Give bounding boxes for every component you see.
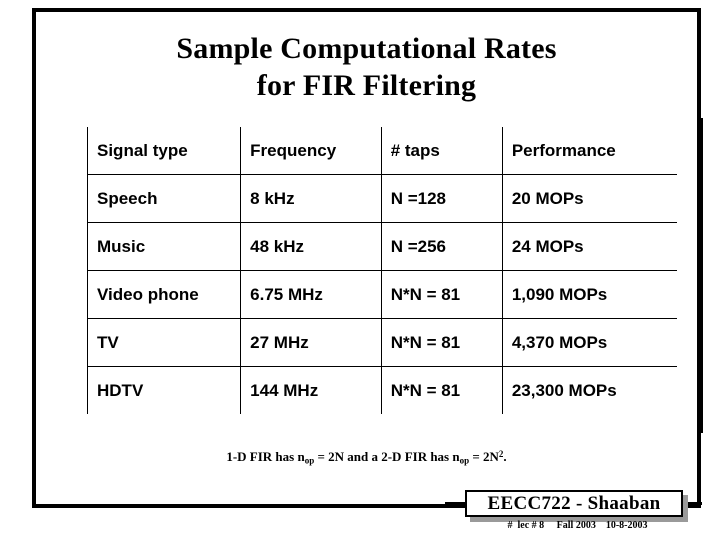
cell-performance: 24 MOPs xyxy=(501,222,677,271)
cell-signal-type: Video phone xyxy=(86,270,241,319)
column-header-signal-type: Signal type xyxy=(86,127,241,175)
cell-taps: N =256 xyxy=(380,222,503,271)
page-title: Sample Computational Rates for FIR Filte… xyxy=(32,30,701,104)
column-header-frequency: Frequency xyxy=(240,127,382,175)
table-header-row: Signal type Frequency # taps Performance xyxy=(86,127,677,175)
cell-frequency: 27 MHz xyxy=(240,318,382,367)
cell-performance: 20 MOPs xyxy=(501,174,677,223)
page-title-line-2: for FIR Filtering xyxy=(256,69,477,102)
footnote-part-3: = 2N xyxy=(469,449,499,465)
footnote-subscript-2: op xyxy=(459,455,470,466)
cell-taps: N =128 xyxy=(380,174,503,223)
cell-performance: 4,370 MOPs xyxy=(501,318,677,367)
footnote-part-4: . xyxy=(503,449,507,465)
table-row: Video phone 6.75 MHz N*N = 81 1,090 MOPs xyxy=(86,270,677,319)
column-header-taps: # taps xyxy=(380,127,503,175)
table-row: Speech 8 kHz N =128 20 MOPs xyxy=(86,174,677,223)
cell-taps: N*N = 81 xyxy=(380,318,503,367)
column-header-performance: Performance xyxy=(501,127,677,175)
cell-frequency: 6.75 MHz xyxy=(240,270,382,319)
footnote: 1-D FIR has nop = 2N and a 2-D FIR has n… xyxy=(32,449,701,465)
cell-signal-type: HDTV xyxy=(86,366,241,414)
cell-taps: N*N = 81 xyxy=(380,366,503,414)
table-row: Music 48 kHz N =256 24 MOPs xyxy=(86,222,677,271)
table-row: TV 27 MHz N*N = 81 4,370 MOPs xyxy=(86,318,677,367)
table-right-rule xyxy=(700,118,703,433)
cell-signal-type: Speech xyxy=(86,174,241,223)
footer-badge-label: EECC722 - Shaaban xyxy=(487,492,661,514)
cell-performance: 1,090 MOPs xyxy=(501,270,677,319)
cell-frequency: 144 MHz xyxy=(240,366,382,414)
footnote-part-2: = 2N and a 2-D FIR has n xyxy=(314,449,460,465)
cell-frequency: 48 kHz xyxy=(240,222,382,271)
page-title-line-1: Sample Computational Rates xyxy=(176,32,557,65)
table-row: HDTV 144 MHz N*N = 81 23,300 MOPs xyxy=(86,366,677,414)
cell-performance: 23,300 MOPs xyxy=(501,366,677,414)
cell-signal-type: Music xyxy=(86,222,241,271)
cell-signal-type: TV xyxy=(86,318,241,367)
footer-meta: # lec # 8 Fall 2003 10-8-2003 xyxy=(507,520,648,531)
cell-frequency: 8 kHz xyxy=(240,174,382,223)
footnote-part-1: 1-D FIR has n xyxy=(226,449,305,465)
cell-taps: N*N = 81 xyxy=(380,270,503,319)
footer-rule-right xyxy=(686,502,702,505)
computational-rates-table: Signal type Frequency # taps Performance… xyxy=(86,127,677,414)
footer-badge: EECC722 - Shaaban xyxy=(465,490,683,517)
footnote-subscript-1: op xyxy=(304,455,315,466)
